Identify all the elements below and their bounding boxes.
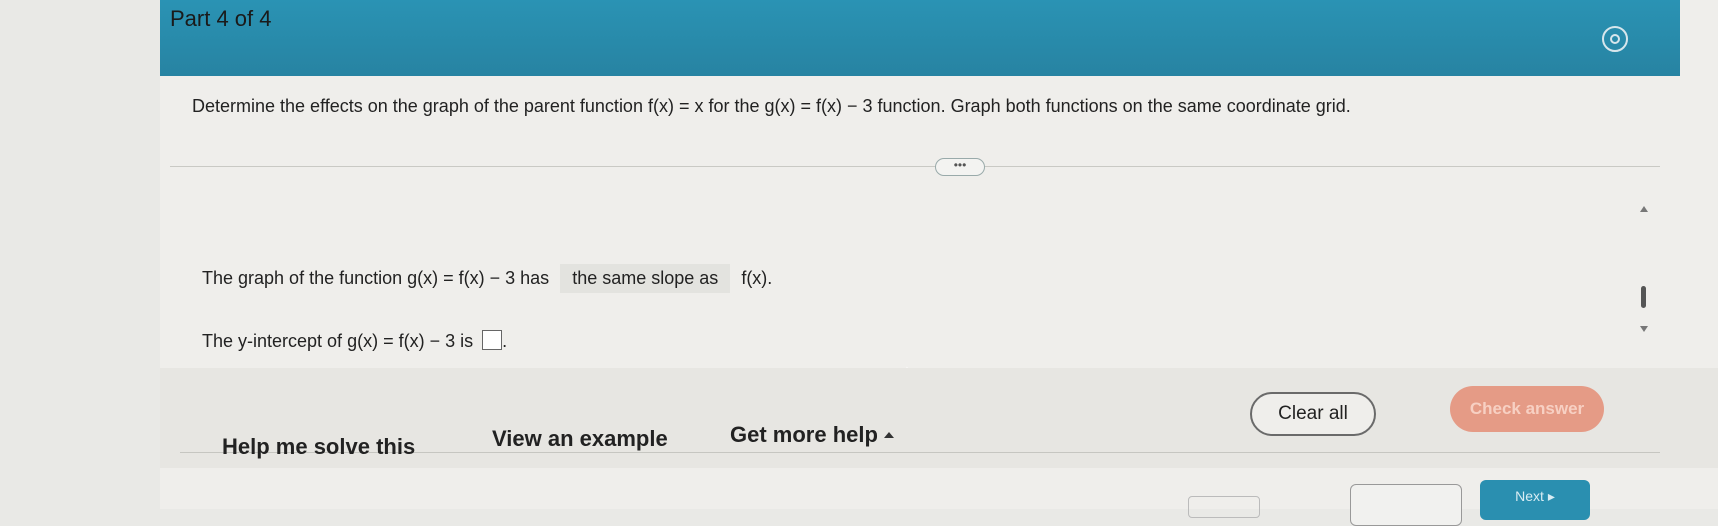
caret-up-icon <box>883 432 894 438</box>
get-more-help-button[interactable]: Get more help <box>730 422 894 448</box>
scroll-up-arrow-icon[interactable] <box>1640 206 1648 212</box>
slope-dropdown[interactable]: the same slope as <box>560 264 731 293</box>
slope-statement-prefix: The graph of the function g(x) = f(x) − … <box>202 268 550 288</box>
intercept-statement-prefix: The y-intercept of g(x) = f(x) − 3 is <box>202 331 474 351</box>
help-me-solve-this-button[interactable]: Help me solve this <box>222 434 415 460</box>
intercept-statement: The y-intercept of g(x) = f(x) − 3 is . <box>202 330 507 352</box>
get-more-help-label: Get more help <box>730 422 878 447</box>
back-button[interactable] <box>1350 484 1462 526</box>
next-button[interactable]: Next ▸ <box>1480 480 1590 520</box>
question-text: Determine the effects on the graph of th… <box>192 96 1351 116</box>
header-bar: Part 4 of 4 <box>160 0 1680 76</box>
intercept-statement-suffix: . <box>502 331 508 351</box>
clear-all-button[interactable]: Clear all <box>1250 392 1376 436</box>
part-label: Part 4 of 4 <box>170 6 272 31</box>
question-page: Part 4 of 4 Determine the effects on the… <box>160 0 1718 526</box>
slope-statement: The graph of the function g(x) = f(x) − … <box>202 264 772 293</box>
scroll-down-arrow-icon[interactable] <box>1640 326 1648 332</box>
y-intercept-answer-input[interactable] <box>482 330 503 350</box>
hidden-control <box>1188 496 1260 518</box>
view-an-example-button[interactable]: View an example <box>492 426 668 452</box>
expand-more-button[interactable]: ••• <box>935 158 985 176</box>
slope-statement-suffix: f(x). <box>741 268 773 288</box>
check-answer-button[interactable]: Check answer <box>1450 386 1604 432</box>
scrollbar-thumb[interactable] <box>1641 286 1646 308</box>
divider <box>170 166 1660 167</box>
settings-gear-icon[interactable] <box>1602 26 1628 52</box>
